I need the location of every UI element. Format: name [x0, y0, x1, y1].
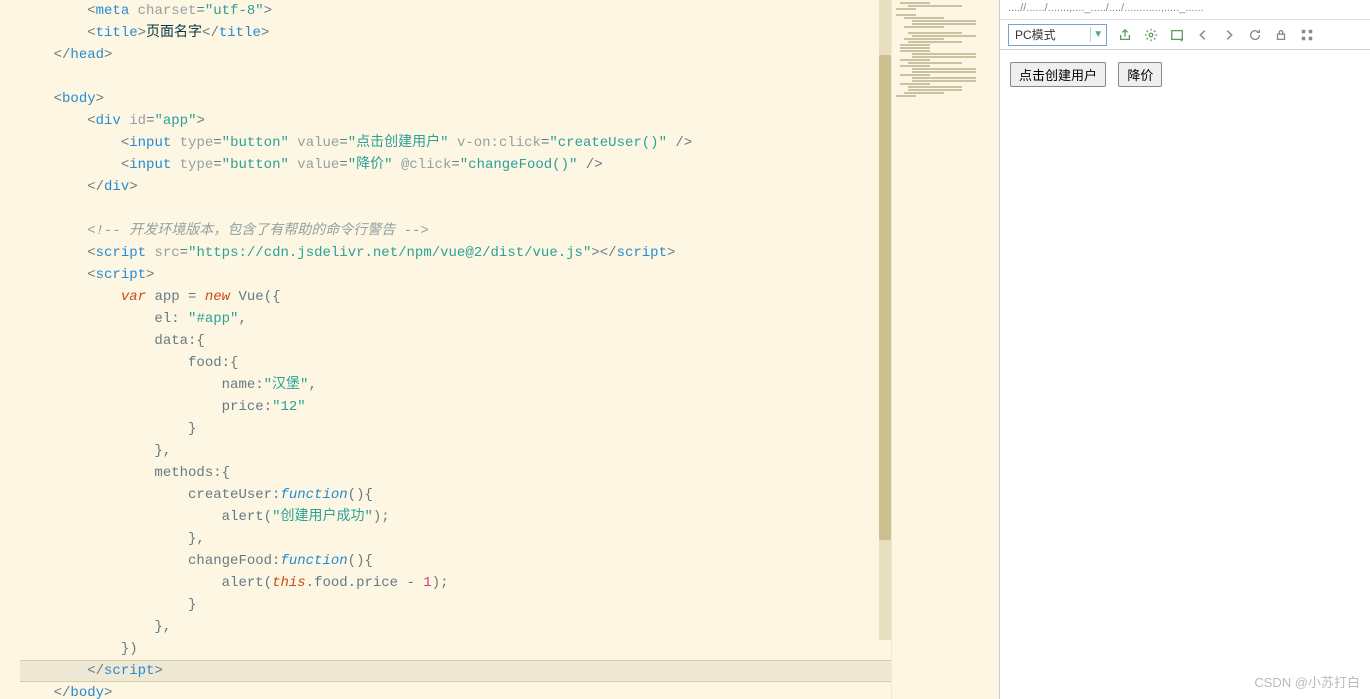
code-line[interactable]: var app = new Vue({ — [20, 286, 891, 308]
mode-select[interactable]: PC模式 ▼ — [1008, 24, 1107, 46]
code-line[interactable]: </script> — [20, 660, 891, 682]
refresh-icon[interactable] — [1247, 27, 1263, 43]
screenshot-icon[interactable] — [1169, 27, 1185, 43]
discount-button[interactable]: 降价 — [1118, 62, 1162, 87]
code-line[interactable]: }, — [20, 440, 891, 462]
code-line[interactable] — [20, 198, 891, 220]
lock-icon[interactable] — [1273, 27, 1289, 43]
code-line[interactable]: </head> — [20, 44, 891, 66]
code-line[interactable]: <body> — [20, 88, 891, 110]
create-user-button[interactable]: 点击创建用户 — [1010, 62, 1106, 87]
devtools-pane: ....//....../.......,...._...../..../...… — [999, 0, 1370, 699]
forward-icon[interactable] — [1221, 27, 1237, 43]
code-line[interactable]: el: "#app", — [20, 308, 891, 330]
code-line[interactable]: data:{ — [20, 330, 891, 352]
code-line[interactable]: <input type="button" value="降价" @click="… — [20, 154, 891, 176]
code-line[interactable]: food:{ — [20, 352, 891, 374]
code-line[interactable]: }) — [20, 638, 891, 660]
preview-area: 点击创建用户 降价 — [1000, 50, 1370, 699]
url-bar: ....//....../.......,...._...../..../...… — [1000, 0, 1370, 20]
code-line[interactable]: <script> — [20, 264, 891, 286]
code-line[interactable]: <title>页面名字</title> — [20, 22, 891, 44]
code-line[interactable]: } — [20, 594, 891, 616]
code-line[interactable]: <script src="https://cdn.jsdelivr.net/np… — [20, 242, 891, 264]
mode-select-label: PC模式 — [1009, 26, 1090, 43]
code-line[interactable]: alert("创建用户成功"); — [20, 506, 891, 528]
code-line[interactable]: changeFood:function(){ — [20, 550, 891, 572]
code-line[interactable]: <meta charset="utf-8"> — [20, 0, 891, 22]
export-icon[interactable] — [1117, 27, 1133, 43]
code-line[interactable]: <!-- 开发环境版本，包含了有帮助的命令行警告 --> — [20, 220, 891, 242]
gear-icon[interactable] — [1143, 27, 1159, 43]
devtools-toolbar: PC模式 ▼ — [1000, 20, 1370, 50]
scrollbar-track[interactable] — [879, 0, 891, 640]
code-line[interactable]: }, — [20, 616, 891, 638]
code-line[interactable]: } — [20, 418, 891, 440]
scrollbar-thumb[interactable] — [879, 55, 891, 540]
watermark: CSDN @小苏打白 — [1254, 672, 1360, 691]
code-area[interactable]: <meta charset="utf-8"> <title>页面名字</titl… — [0, 0, 891, 699]
code-editor-pane[interactable]: <meta charset="utf-8"> <title>页面名字</titl… — [0, 0, 891, 699]
code-line[interactable]: }, — [20, 528, 891, 550]
code-line[interactable]: </div> — [20, 176, 891, 198]
code-line[interactable]: </body> — [20, 682, 891, 699]
code-line[interactable]: name:"汉堡", — [20, 374, 891, 396]
back-icon[interactable] — [1195, 27, 1211, 43]
grid-icon[interactable] — [1299, 27, 1315, 43]
code-line[interactable]: methods:{ — [20, 462, 891, 484]
code-line[interactable]: <div id="app"> — [20, 110, 891, 132]
code-line[interactable]: alert(this.food.price - 1); — [20, 572, 891, 594]
code-line[interactable]: createUser:function(){ — [20, 484, 891, 506]
code-line[interactable]: <input type="button" value="点击创建用户" v-on… — [20, 132, 891, 154]
chevron-down-icon: ▼ — [1090, 27, 1106, 42]
code-line[interactable] — [20, 66, 891, 88]
editor-minimap[interactable] — [891, 0, 999, 699]
code-line[interactable]: price:"12" — [20, 396, 891, 418]
